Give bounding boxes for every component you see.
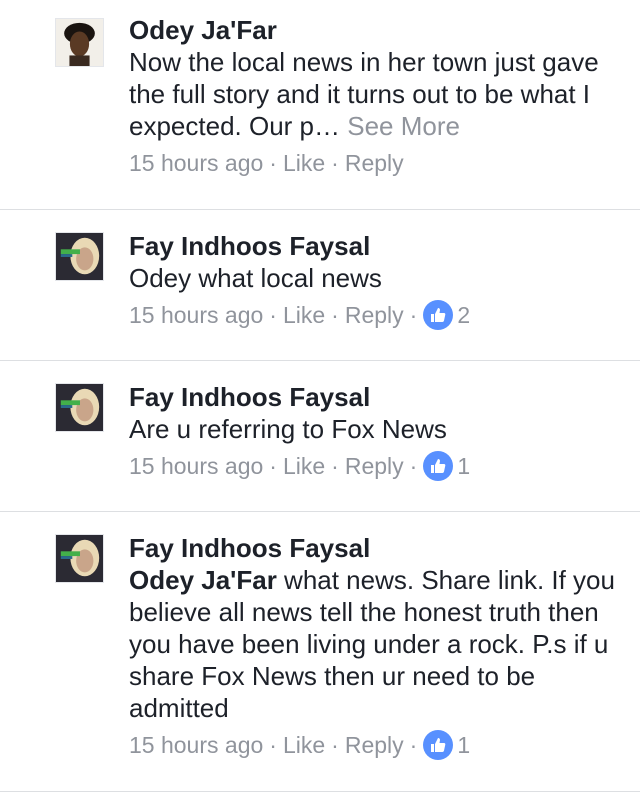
separator: · <box>269 302 277 328</box>
comment-body: Fay Indhoos Faysal Are u referring to Fo… <box>129 381 624 481</box>
like-count[interactable]: 1 <box>457 730 470 760</box>
comment: Fay Indhoos Faysal Are u referring to Fo… <box>0 361 640 512</box>
avatar-image <box>56 233 103 280</box>
comment-text: Odey what local news <box>129 263 382 293</box>
thumbs-up-icon <box>431 308 446 322</box>
reply-link[interactable]: Reply <box>345 730 404 760</box>
comment-body: Fay Indhoos Faysal Odey what local news … <box>129 230 624 330</box>
comment-meta: 15 hours ago · Like · Reply · 1 <box>129 730 624 760</box>
separator: · <box>409 732 418 758</box>
thumbs-up-icon <box>431 459 446 473</box>
comment-meta: 15 hours ago · Like · Reply · 2 <box>129 300 624 330</box>
avatar-image <box>56 384 103 431</box>
separator: · <box>269 732 277 758</box>
see-more-link[interactable]: See More <box>347 111 460 141</box>
separator: · <box>331 150 339 176</box>
reply-link[interactable]: Reply <box>345 451 404 481</box>
avatar[interactable] <box>55 232 104 281</box>
avatar[interactable] <box>55 534 104 583</box>
comment-meta: 15 hours ago · Like · Reply · 1 <box>129 451 624 481</box>
comment: Odey Ja'Far Now the local news in her to… <box>0 0 640 210</box>
author-name[interactable]: Odey Ja'Far <box>129 14 624 46</box>
separator: · <box>409 453 418 479</box>
separator: · <box>331 732 339 758</box>
separator: · <box>269 453 277 479</box>
avatar-image <box>56 535 103 582</box>
like-count-badge[interactable] <box>423 451 454 481</box>
author-name[interactable]: Fay Indhoos Faysal <box>129 532 624 564</box>
mention-link[interactable]: Odey Ja'Far <box>129 565 277 595</box>
comment-text: Now the local news in her town just gave… <box>129 46 624 142</box>
reply-link[interactable]: Reply <box>345 148 404 178</box>
comment-body: Odey Ja'Far Now the local news in her to… <box>129 14 624 178</box>
comment: Fay Indhoos Faysal Odey Ja'Far what news… <box>0 512 640 792</box>
separator: · <box>409 302 418 328</box>
like-link[interactable]: Like <box>283 148 325 178</box>
author-name[interactable]: Fay Indhoos Faysal <box>129 381 624 413</box>
comment-meta: 15 hours ago · Like · Reply <box>129 148 624 178</box>
comment-text: Are u referring to Fox News <box>129 414 447 444</box>
avatar[interactable] <box>55 383 104 432</box>
timestamp[interactable]: 15 hours ago <box>129 300 263 330</box>
author-name[interactable]: Fay Indhoos Faysal <box>129 230 624 262</box>
avatar[interactable] <box>55 18 104 67</box>
like-link[interactable]: Like <box>283 451 325 481</box>
timestamp[interactable]: 15 hours ago <box>129 730 263 760</box>
timestamp[interactable]: 15 hours ago <box>129 148 263 178</box>
like-count-badge[interactable] <box>423 730 454 760</box>
like-count[interactable]: 2 <box>457 300 470 330</box>
like-count-badge[interactable] <box>423 300 454 330</box>
like-link[interactable]: Like <box>283 730 325 760</box>
like-link[interactable]: Like <box>283 300 325 330</box>
separator: · <box>331 453 339 479</box>
comment: Fay Indhoos Faysal Odey what local news … <box>0 210 640 361</box>
avatar-image <box>56 19 103 66</box>
comment-text: Odey Ja'Far what news. Share link. If yo… <box>129 564 624 724</box>
separator: · <box>331 302 339 328</box>
comment-body: Fay Indhoos Faysal Odey Ja'Far what news… <box>129 532 624 760</box>
thumbs-up-icon <box>431 738 446 752</box>
timestamp[interactable]: 15 hours ago <box>129 451 263 481</box>
separator: · <box>269 150 277 176</box>
like-count[interactable]: 1 <box>457 451 470 481</box>
reply-link[interactable]: Reply <box>345 300 404 330</box>
